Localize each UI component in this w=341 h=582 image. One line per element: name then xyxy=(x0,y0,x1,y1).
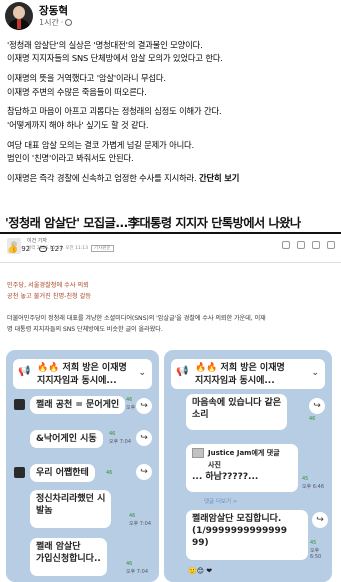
print-icon xyxy=(327,241,335,249)
post-header: 장동혁 1시간 · xyxy=(0,0,341,34)
message-time: 오후 6:46 xyxy=(302,484,325,490)
chat-notice-banner: 📢 🔥🔥 저희 방은 이재명 지지자임과 동시에... ⌄ xyxy=(13,359,152,389)
article-headline: '정청래 암살단' 모집글...李대통령 지지자 단톡방에서 나왔나 xyxy=(5,216,301,230)
post-line: 범인이 '친명'이라고 봐줘서도 안된다. xyxy=(7,153,134,164)
post-line: 참담하고 마음이 아프고 괴롭다는 정청래의 심정도 이해가 간다. xyxy=(7,106,222,117)
post-line: '어떻게까지 해야 하나' 싶기도 할 것 같다. xyxy=(7,119,149,130)
comment-count: 127 xyxy=(50,245,64,253)
megaphone-icon: 📢 xyxy=(18,366,31,377)
unread-count: 46 xyxy=(309,416,316,422)
divider xyxy=(0,262,341,263)
more-comments-link[interactable]: 댓글 더보기 > xyxy=(204,497,237,505)
unread-count: 46 xyxy=(109,431,116,437)
chat-bubble: &낙어게인 시동 xyxy=(30,430,103,448)
share-icon: ↪ xyxy=(309,398,325,414)
bookmark-icon xyxy=(282,241,290,249)
unread-count: 46 xyxy=(129,513,136,519)
chevron-down-icon: ⌄ xyxy=(311,368,319,378)
article-tools xyxy=(282,241,335,249)
chat-bubble: 쩔래 암살단 가입신청합니다.. xyxy=(30,538,107,576)
megaphone-icon: 📢 xyxy=(176,366,189,377)
post-line-last: 이재명은 즉각 경찰에 신속하고 엄정한 수사를 지시하라. 간단히 보기 xyxy=(7,172,240,183)
reporter-name: 이건 기자 xyxy=(27,238,47,244)
banner-line: 🔥🔥 저희 방은 이재명 xyxy=(37,363,127,373)
profile-thumb xyxy=(14,399,25,410)
message-time: 오후 7:04 xyxy=(126,569,149,575)
chat-reply-bubble: Justice Jam에게 댓글 사진 ... 하남?????... xyxy=(186,444,298,492)
unread-count: 46 xyxy=(126,561,133,567)
post-text: '정청래 암살단'의 실상은 '명청대전'의 결과물인 모양이다. 이재명 지지… xyxy=(7,39,337,185)
unread-count: 45 xyxy=(310,540,317,546)
post-time[interactable]: 1시간 xyxy=(39,17,59,28)
chat-bubble: 우리 어쨉한테 xyxy=(30,464,95,482)
see-less-link[interactable]: 간단히 보기 xyxy=(199,173,239,183)
post-line: 이재명 주변의 수많은 죽음들이 떠오른다. xyxy=(7,86,147,97)
article-image[interactable]: '정청래 암살단' 모집글...李대통령 지지자 단톡방에서 나왔나 이건 기자… xyxy=(0,208,341,582)
chat-notice-banner: 📢 🔥🔥 저희 방은 이재명 지지자임과 동시에... ⌄ xyxy=(171,359,325,389)
profile-thumb xyxy=(14,467,25,478)
unread-count: 46 xyxy=(126,397,133,403)
reaction-emojis: 🙂😊 ❤ xyxy=(188,567,213,575)
chat-bubble: 쩔래 공천 = 문어게인 xyxy=(30,396,126,414)
original-article-tag: 기사원문 xyxy=(91,245,114,252)
share-icon xyxy=(312,241,320,249)
banner-line: 지지자임과 동시에... xyxy=(37,376,117,386)
body-line: 더불어민주당이 정청래 대표를 겨냥한 소셜미디어(SNS)의 '암살글'을 경… xyxy=(7,315,266,322)
share-icon: ↪ xyxy=(136,464,152,480)
chat-screenshot-left: 📢 🔥🔥 저희 방은 이재명 지지자임과 동시에... ⌄ 쩔래 공천 = 문어… xyxy=(6,350,159,582)
share-icon: ↪ xyxy=(136,430,152,446)
globe-icon xyxy=(65,19,73,26)
chat-bubble: 쩔래암살단 모집합니다. (1/9999999999999 99) xyxy=(186,510,308,560)
author-name[interactable]: 장동혁 xyxy=(39,3,68,18)
chat-bubble: 정신차리라했던 시 발놈 xyxy=(30,490,112,528)
post-line: 이재명의 뜻을 거역했다고 '암살'이라니 무섭다. xyxy=(7,73,166,84)
post-line: '정청래 암살단'의 실상은 '명청대전'의 결과물인 모양이다. xyxy=(7,40,203,50)
message-time: 오후 6:50 xyxy=(310,548,322,560)
message-time: 오후 7:04 xyxy=(109,439,132,445)
chevron-down-icon: ⌄ xyxy=(138,368,146,378)
author-avatar[interactable] xyxy=(5,2,33,30)
subhead: 공천 놓고 불거진 친명-친청 갈등 xyxy=(7,293,92,300)
message-time: 오후 7:04 xyxy=(129,521,152,527)
subhead: 민주당, 서울경찰청에 수사 의뢰 xyxy=(7,282,89,289)
share-icon: ↪ xyxy=(312,512,328,528)
comment-icon xyxy=(39,246,48,252)
article-reactions: 👍 92 127 xyxy=(7,244,64,254)
chat-screenshot-right: 📢 🔥🔥 저희 방은 이재명 지지자임과 동시에... ⌄ 마음속에 있습니다 … xyxy=(164,350,332,582)
chat-bubble: 마음속에 있습니다 같은 소리 xyxy=(186,394,288,430)
body-line: 명 대통령 지지자들의 SNS 단체방에도 비슷한 글이 올라왔다. xyxy=(7,325,163,333)
banner-line: 지지자임과 동시에... xyxy=(195,376,275,386)
unread-count: 46 xyxy=(106,470,113,476)
post-line: 이재명 지지자들의 SNS 단체방에서 암살 모의가 있었다고 한다. xyxy=(7,53,223,64)
reply-thumbnail xyxy=(192,448,204,458)
article-body: 더불어민주당이 정청래 대표를 겨냥한 소셜미디어(SNS)의 '암살글'을 경… xyxy=(7,314,337,335)
share-icon: ↪ xyxy=(136,398,152,414)
unread-count: 45 xyxy=(302,476,309,482)
like-count: 92 xyxy=(21,245,31,253)
headline-rule xyxy=(0,232,341,234)
font-size-icon xyxy=(297,241,305,249)
like-icon: 👍 xyxy=(7,244,19,254)
post-meta: 1시간 · xyxy=(39,17,73,28)
banner-line: 🔥🔥 저희 방은 이재명 xyxy=(195,363,285,373)
article-subheads: 민주당, 서울경찰청에 수사 의뢰 공천 놓고 불거진 친명-친청 갈등 xyxy=(7,280,91,302)
post-line: 여당 대표 암살 모의는 결코 가볍게 넘길 문제가 아니다. xyxy=(7,139,195,150)
